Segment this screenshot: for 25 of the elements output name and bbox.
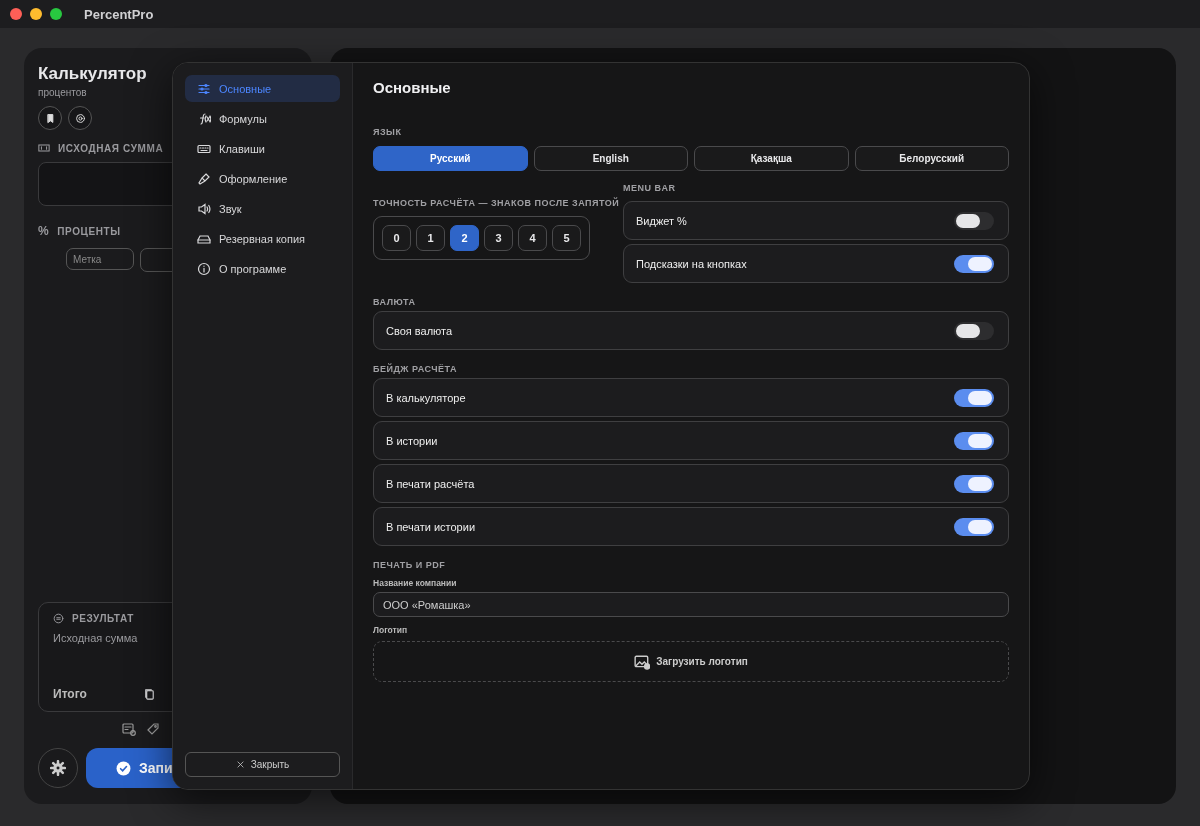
total-label: Итого: [53, 687, 87, 701]
section-label: ИСХОДНАЯ СУММА: [58, 142, 164, 154]
section-label: ВАЛЮТА: [373, 297, 416, 307]
toggle-label: Виджет %: [636, 214, 687, 227]
toggle-label: Своя валюта: [386, 324, 453, 337]
section-label: ЯЗЫК: [373, 127, 402, 137]
section-label: MENU BAR: [623, 183, 676, 193]
section-label: ТОЧНОСТЬ РАСЧЁТА — ЗНАКОВ ПОСЛЕ ЗАПЯТОЙ: [373, 198, 620, 208]
field-label: Логотип: [373, 625, 408, 635]
toggle-label: В калькуляторе: [386, 391, 466, 404]
section-label: ПЕЧАТЬ И PDF: [373, 560, 446, 570]
calculator-subtitle: процентов: [38, 87, 87, 98]
toggle-label: В истории: [386, 434, 438, 447]
toggle-label: В печати истории: [386, 520, 476, 533]
section-label: ПРОЦЕНТЫ: [57, 225, 121, 237]
result-source-label: Исходная сумма: [53, 632, 139, 644]
page-title: Основные: [373, 79, 452, 96]
section-label: РЕЗУЛЬТАТ: [72, 613, 134, 624]
toggle-label: Подсказки на кнопках: [636, 257, 747, 270]
window-title: PercentPro: [84, 6, 154, 22]
section-label: БЕЙДЖ РАСЧЁТА: [373, 364, 458, 374]
field-label: Название компании: [373, 578, 457, 588]
toggle-label: В печати расчёта: [386, 477, 475, 490]
percent-symbol: %: [38, 224, 50, 238]
calculator-title: Калькулятор: [38, 64, 147, 84]
